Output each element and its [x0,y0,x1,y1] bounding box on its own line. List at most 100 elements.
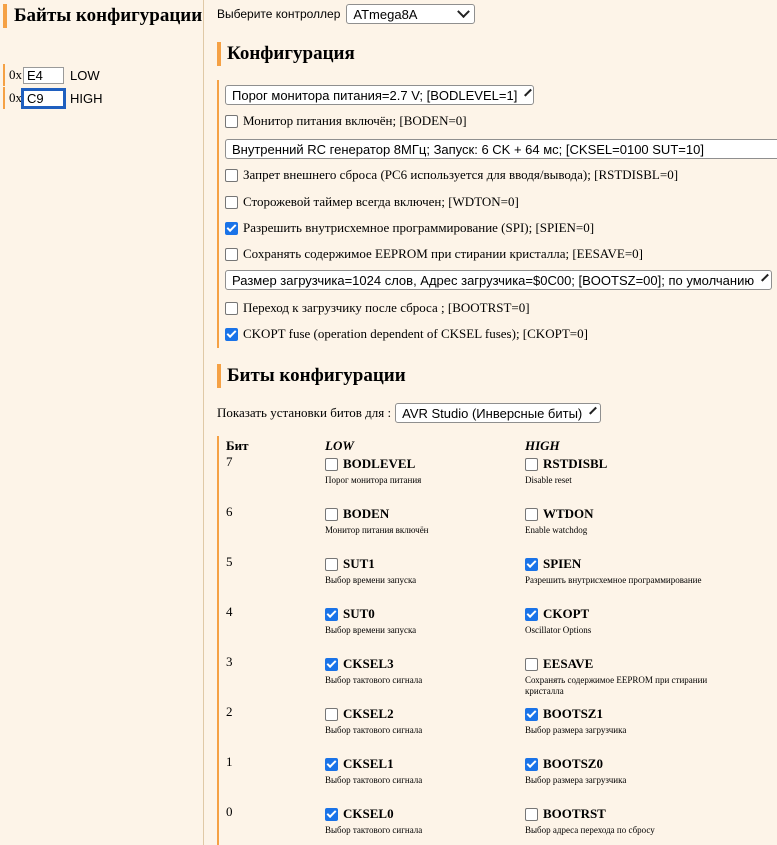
fuse-bit-name: BOOTSZ1 [543,706,603,721]
show-bits-select[interactable]: AVR Studio (Инверсные биты) [395,403,602,423]
high-byte-input[interactable] [21,87,66,109]
fuse-bit-description: Сохранять содержимое EEPROM при стирании… [525,675,708,696]
fuse-bit-description: Выбор тактового сигнала [325,775,423,785]
hex-prefix: 0x [9,90,22,105]
fuse-bit-head[interactable]: CKSEL0 [325,806,520,822]
bit-number: 0 [226,804,233,819]
low-byte-row: 0x LOW [3,64,100,86]
fuse-bit-checkbox[interactable] [325,557,338,571]
fuse-bit-checkbox[interactable] [525,557,538,571]
fuse-bit-low: CKSEL2 Выбор тактового сигнала [325,706,520,736]
fuse-bit-name: BOOTSZ0 [543,756,603,771]
fuse-bit-head[interactable]: EESAVE [525,656,720,672]
ckopt-option[interactable]: CKOPT fuse (operation dependent of CKSEL… [225,326,588,342]
fuse-bit-head[interactable]: RSTDISBL [525,456,720,472]
fuse-bit-head[interactable]: WTDON [525,506,720,522]
fuse-bit-high: BOOTSZ0 Выбор размера загрузчика [525,756,720,786]
fuse-bit-high: CKOPT Oscillator Options [525,606,720,636]
fuse-bit-head[interactable]: CKOPT [525,606,720,622]
fuse-bit-name: CKSEL0 [343,806,394,821]
fuse-bit-checkbox[interactable] [325,607,338,621]
fuse-bit-checkbox[interactable] [525,507,538,521]
fuse-bit-name: SUT1 [343,556,375,571]
rstdisbl-checkbox[interactable] [225,168,238,182]
bootsz-select[interactable]: Размер загрузчика=1024 слов, Адрес загру… [225,270,772,290]
fuse-bit-head[interactable]: SUT1 [325,556,520,572]
controller-selected: ATmega8A [353,6,418,22]
fuse-bit-high: SPIEN Разрешить внутрисхемное программиро… [525,556,720,586]
column-header-low: LOW [325,438,354,453]
fuse-bit-description: Выбор адреса перехода по сбросу [525,825,655,835]
fuse-bit-description: Порог монитора питания [325,475,422,485]
fuse-bit-name: CKSEL3 [343,656,394,671]
fuse-bit-checkbox[interactable] [525,457,538,471]
high-byte-label: HIGH [70,90,103,106]
bodlevel-select[interactable]: Порог монитора питания=2.7 V; [BODLEVEL=… [225,85,534,105]
fuse-bit-head[interactable]: CKSEL2 [325,706,520,722]
boden-checkbox[interactable] [225,114,238,128]
fuse-bit-high: EESAVE Сохранять содержимое EEPROM при ст… [525,656,720,697]
chevron-down-icon [524,88,533,97]
fuse-bit-description: Выбор тактового сигнала [325,825,423,835]
fuse-bit-checkbox[interactable] [525,757,538,771]
fuse-bit-low: CKSEL1 Выбор тактового сигнала [325,756,520,786]
column-header-high: HIGH [525,438,560,453]
fuse-bit-head[interactable]: BODEN [325,506,520,522]
bootrst-checkbox[interactable] [225,301,238,315]
low-byte-input[interactable] [23,66,64,84]
bootrst-option[interactable]: Переход к загрузчику после сброса ; [BOO… [225,300,530,316]
fuse-bytes-title: Байты конфигурации [3,4,209,28]
high-byte-row: 0x HIGH [3,87,103,109]
boden-option-label: Монитор питания включён; [BODEN=0] [243,113,467,128]
fuse-bit-name: BODEN [343,506,390,521]
fuse-bit-description: Выбор размера загрузчика [525,725,627,735]
fuse-bit-checkbox[interactable] [325,457,338,471]
bit-number: 2 [226,704,233,719]
hex-prefix: 0x [9,67,22,82]
boden-option[interactable]: Монитор питания включён; [BODEN=0] [225,113,467,129]
fuse-bit-checkbox[interactable] [525,807,538,821]
fuse-bit-checkbox[interactable] [525,707,538,721]
column-header-bit: Бит [226,438,249,453]
fuse-bit-checkbox[interactable] [325,807,338,821]
fuse-bit-checkbox[interactable] [325,707,338,721]
rstdisbl-option[interactable]: Запрет внешнего сброса (PC6 используется… [225,167,678,183]
ckopt-checkbox[interactable] [225,327,238,341]
fuse-bit-head[interactable]: CKSEL1 [325,756,520,772]
spien-checkbox[interactable] [225,221,238,235]
ckopt-option-label: CKOPT fuse (operation dependent of CKSEL… [243,326,588,341]
fuse-bit-description: Выбор тактового сигнала [325,725,423,735]
fuse-bit-name: BODLEVEL [343,456,416,471]
fuse-bit-description: Выбор времени запуска [325,625,417,635]
controller-select[interactable]: ATmega8A [346,4,476,24]
fuse-bit-head[interactable]: BOOTSZ1 [525,706,720,722]
fuse-bit-head[interactable]: BOOTRST [525,806,720,822]
low-byte-label: LOW [70,67,100,83]
fuse-bit-low: BODEN Монитор питания включён [325,506,520,536]
fuse-bit-checkbox[interactable] [325,657,338,671]
config-options: Порог монитора питания=2.7 V; [BODLEVEL=… [217,80,777,348]
fuse-bit-low: BODLEVEL Порог монитора питания [325,456,520,486]
spien-option-label: Разрешить внутрисхемное программирование… [243,220,595,235]
eesave-checkbox[interactable] [225,247,238,261]
spien-option[interactable]: Разрешить внутрисхемное программирование… [225,220,594,236]
fuse-bit-checkbox[interactable] [525,657,538,671]
fuse-bit-low: CKSEL3 Выбор тактового сигнала [325,656,520,686]
fuse-bit-description: Oscillator Options [525,625,592,635]
eesave-option[interactable]: Сохранять содержимое EEPROM при стирании… [225,246,643,262]
show-bits-row: Показать установки битов для : AVR Studi… [217,403,602,423]
fuse-bit-head[interactable]: BODLEVEL [325,456,520,472]
fuse-bit-head[interactable]: BOOTSZ0 [525,756,720,772]
bit-number: 7 [226,454,233,469]
wdton-option[interactable]: Сторожевой таймер всегда включен; [WDTON… [225,194,519,210]
fuse-bit-checkbox[interactable] [325,757,338,771]
fuse-bit-head[interactable]: CKSEL3 [325,656,520,672]
wdton-checkbox[interactable] [225,195,238,209]
fuse-bit-checkbox[interactable] [325,507,338,521]
fuse-bit-head[interactable]: SPIEN [525,556,720,572]
fuse-bit-name: RSTDISBL [543,456,608,471]
fuse-bit-checkbox[interactable] [525,607,538,621]
fuse-bit-head[interactable]: SUT0 [325,606,520,622]
fuse-bit-high: WTDON Enable watchdog [525,506,720,536]
cksel-select[interactable]: Внутренний RC генератор 8МГц; Запуск: 6 … [225,139,777,159]
